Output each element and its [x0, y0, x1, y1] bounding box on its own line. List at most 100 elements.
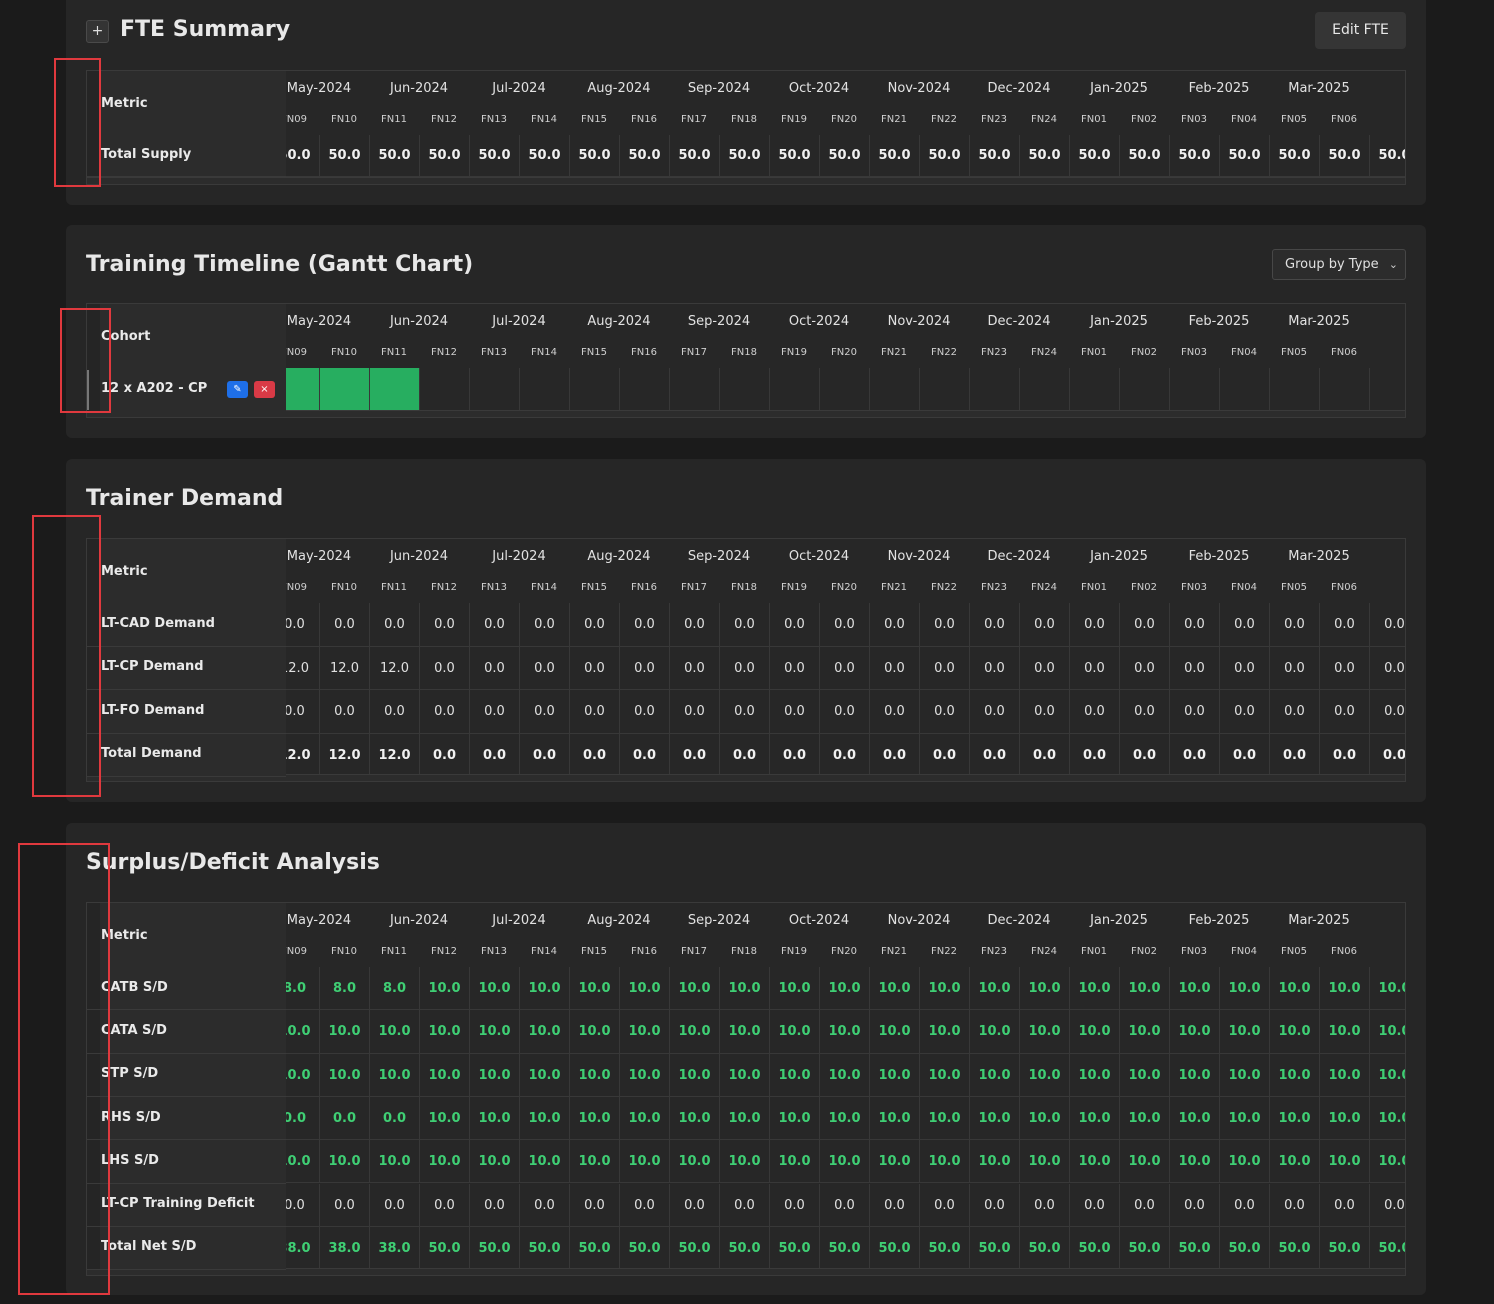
- month-header: Dec-2024: [987, 314, 1051, 329]
- table-cell: 10.0: [1019, 967, 1069, 1011]
- table-cell: 0.0: [1069, 733, 1119, 777]
- table-cell: 10.0: [719, 967, 769, 1011]
- month-header: Jun-2024: [389, 314, 449, 329]
- fortnight-header: FN01: [1081, 347, 1107, 358]
- table-cell: 10.0: [669, 1096, 719, 1141]
- table-cell: 0.0: [1269, 646, 1319, 690]
- table-cell: 0.0: [719, 603, 769, 647]
- fortnight-header: FN22: [931, 114, 957, 125]
- row-divider: [87, 1009, 286, 1011]
- cohort-label: 12 x A202 - CP: [101, 381, 208, 396]
- table-cell: 10.0: [1269, 1140, 1319, 1184]
- fortnight-header: FN17: [681, 347, 707, 358]
- table-cell: 0.0: [419, 603, 469, 647]
- fortnight-header: FN22: [931, 946, 957, 957]
- training-timeline-title: Training Timeline (Gantt Chart): [86, 252, 474, 277]
- table-cell: 0.0: [1119, 1183, 1169, 1227]
- cohort-accent-bar: [87, 370, 89, 410]
- row-label: LHS S/D: [101, 1152, 159, 1168]
- expand-fte-button[interactable]: +: [86, 20, 109, 43]
- month-header: Feb-2025: [1188, 913, 1250, 928]
- table-cell: 0.0: [1169, 603, 1219, 647]
- fortnight-header: FN03: [1181, 946, 1207, 957]
- gantt-bar-segment: [319, 368, 369, 412]
- table-cell: 0.0: [1269, 1183, 1319, 1227]
- table-cell: 10.0: [969, 1140, 1019, 1184]
- month-header: Nov-2024: [887, 913, 951, 928]
- table-cell: 50.0: [619, 1226, 669, 1271]
- table-cell: 0.0: [319, 603, 369, 647]
- fortnight-header: FN06: [1331, 347, 1357, 358]
- table-cell: 50.0: [1219, 1226, 1269, 1271]
- table-cell: 0.0: [519, 603, 569, 647]
- table-cell: 0.0: [569, 1183, 619, 1227]
- edit-cohort-button[interactable]: ✎: [227, 381, 248, 398]
- table-cell: 0.0: [1319, 646, 1369, 690]
- fortnight-header: FN18: [731, 347, 757, 358]
- month-header: Mar-2025: [1288, 81, 1350, 96]
- table-cell: 10.0: [469, 1053, 519, 1097]
- row-label: LT-FO Demand: [101, 702, 205, 718]
- table-cell: 50.0: [1269, 1226, 1319, 1271]
- month-header: Oct-2024: [788, 913, 850, 928]
- table-cell: 10.0: [1069, 1140, 1119, 1184]
- fortnight-header: FN21: [881, 946, 907, 957]
- month-header: Mar-2025: [1288, 549, 1350, 564]
- training-timeline-panel: Training Timeline (Gantt Chart) Group by…: [66, 225, 1426, 438]
- fortnight-header: FN05: [1281, 946, 1307, 957]
- table-cell: 0.0: [1069, 690, 1119, 734]
- table-cell: 10.0: [569, 1140, 619, 1184]
- table-cell: 10.0: [1269, 1096, 1319, 1141]
- table-cell: 0.0: [619, 1183, 669, 1227]
- table-cell: 0.0: [619, 733, 669, 777]
- table-cell: 0.0: [569, 733, 619, 777]
- table-cell: 10.0: [469, 967, 519, 1011]
- fortnight-header: FN23: [981, 946, 1007, 957]
- group-by-select[interactable]: Group by Type ⌄: [1272, 249, 1406, 280]
- fortnight-header: FN05: [1281, 347, 1307, 358]
- table-cell: 0.0: [719, 646, 769, 690]
- month-header: Jan-2025: [1090, 549, 1148, 564]
- table-cell: 0.0: [419, 646, 469, 690]
- table-cell: 50.0: [1119, 135, 1169, 177]
- fortnight-header: FN23: [981, 347, 1007, 358]
- table-cell: 10.0: [1019, 1140, 1069, 1184]
- fortnight-header: FN12: [431, 347, 457, 358]
- table-cell: 10.0: [469, 1010, 519, 1054]
- fortnight-header: FN02: [1131, 582, 1157, 593]
- fortnight-header: FN24: [1031, 946, 1057, 957]
- table-cell: 50.0: [1369, 135, 1405, 177]
- table-cell: 10.0: [919, 1140, 969, 1184]
- surplus-deficit-title: Surplus/Deficit Analysis: [86, 850, 380, 875]
- table-cell: 0.0: [1369, 646, 1405, 690]
- month-header: Jul-2024: [492, 81, 546, 96]
- table-cell: 10.0: [1319, 1096, 1369, 1141]
- table-cell: 10.0: [869, 1140, 919, 1184]
- horizontal-scrollbar[interactable]: [87, 177, 1405, 184]
- fortnight-header: FN22: [931, 582, 957, 593]
- table-cell: 8.0: [319, 967, 369, 1011]
- table-cell: 10.0: [769, 1140, 819, 1184]
- fortnight-header: FN03: [1181, 114, 1207, 125]
- table-cell: 0.0: [1119, 603, 1169, 647]
- table-cell: 38.0: [319, 1226, 369, 1271]
- table-cell: 10.0: [719, 1096, 769, 1141]
- delete-cohort-button[interactable]: ×: [254, 381, 275, 398]
- row-label: RHS S/D: [101, 1109, 161, 1125]
- fortnight-header: FN24: [1031, 114, 1057, 125]
- table-cell: 0.0: [669, 733, 719, 777]
- table-cell: 0.0: [1169, 646, 1219, 690]
- fortnight-header: FN22: [931, 347, 957, 358]
- fortnight-header: FN21: [881, 347, 907, 358]
- table-cell: 0.0: [669, 1183, 719, 1227]
- table-cell: 10.0: [719, 1053, 769, 1097]
- month-header: Jan-2025: [1090, 913, 1148, 928]
- table-cell: 0.0: [919, 733, 969, 777]
- table-cell: 10.0: [919, 1096, 969, 1141]
- fte-summary-title: FTE Summary: [120, 17, 291, 42]
- table-cell: 10.0: [619, 1096, 669, 1141]
- table-cell: 0.0: [1219, 733, 1269, 777]
- row-label: STP S/D: [101, 1066, 159, 1082]
- table-cell: 10.0: [1319, 1053, 1369, 1097]
- edit-fte-button[interactable]: Edit FTE: [1315, 12, 1406, 49]
